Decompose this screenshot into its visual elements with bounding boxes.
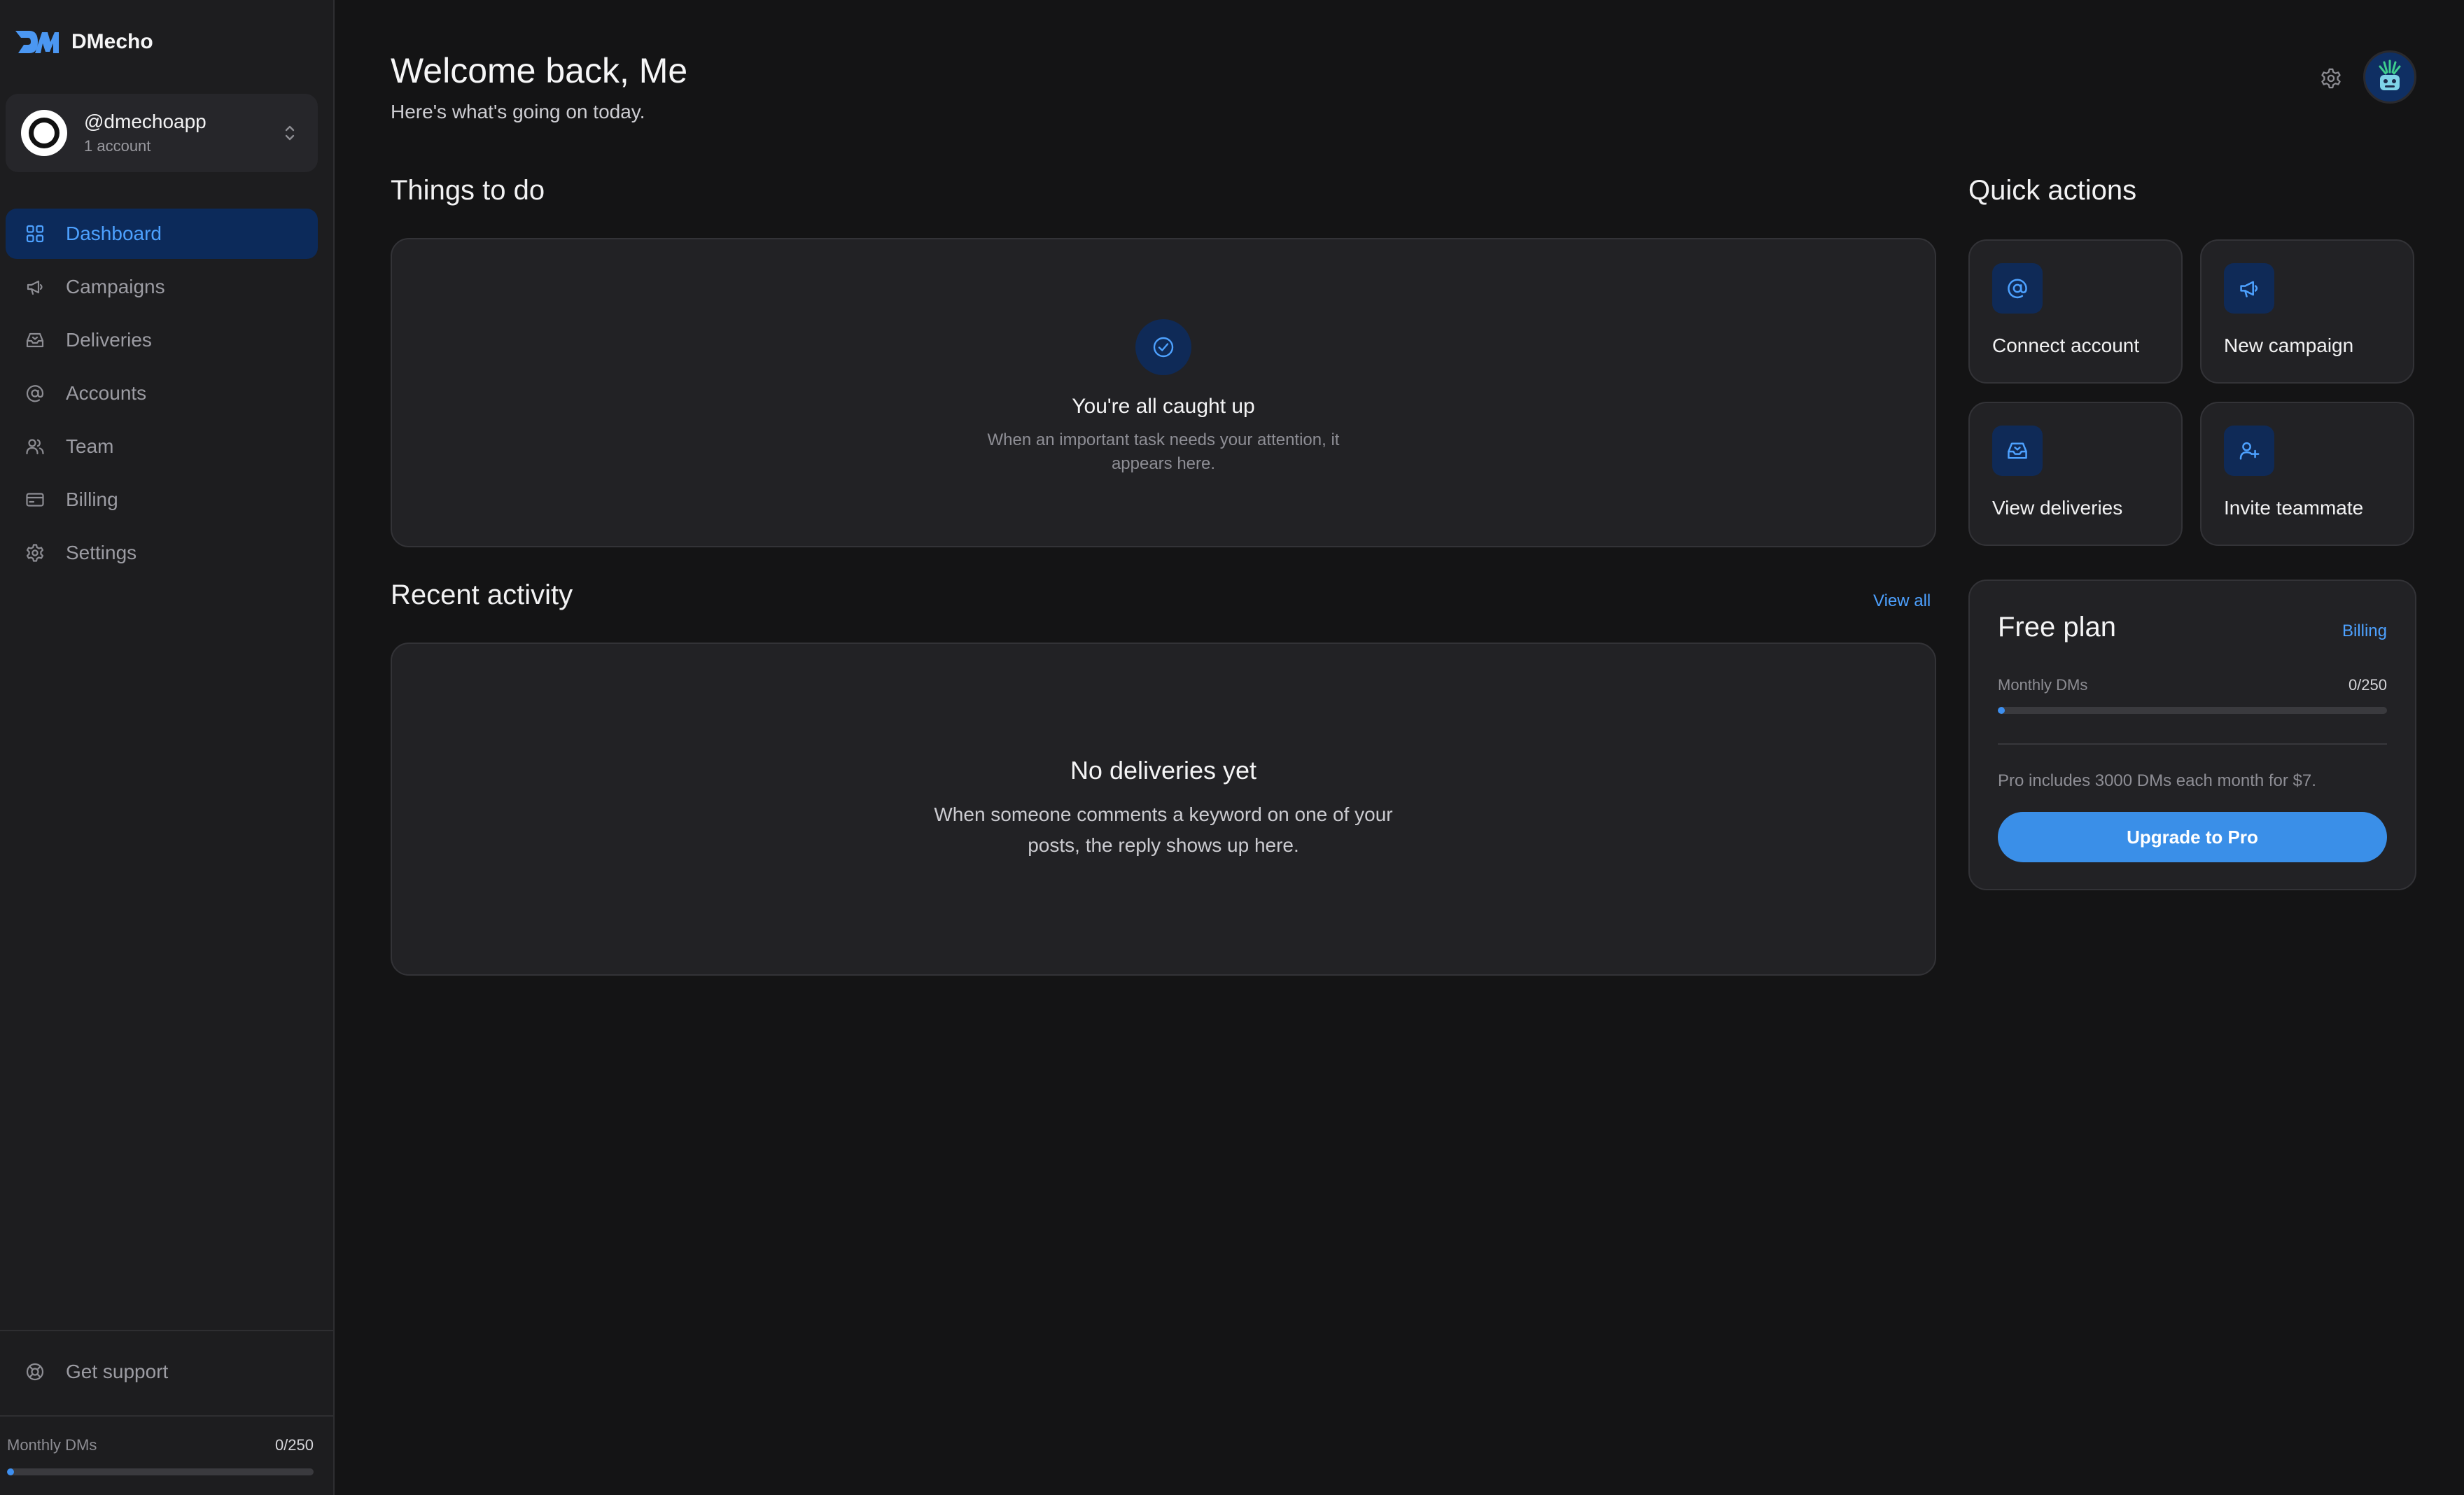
sidebar-item-label: Accounts xyxy=(66,382,147,404)
user-plus-icon xyxy=(2224,426,2274,476)
plan-card: Free plan Billing Monthly DMs 0/250 Pro … xyxy=(1968,580,2416,890)
sidebar-item-label: Settings xyxy=(66,542,137,563)
quick-action-label: Connect account xyxy=(1992,335,2140,356)
grid-icon xyxy=(26,225,44,243)
plan-usage-progress-fill xyxy=(1998,707,2005,714)
sidebar-divider xyxy=(0,1415,335,1417)
account-handle: @dmechoapp xyxy=(84,111,206,132)
sidebar-item-label: Deliveries xyxy=(66,329,152,351)
view-deliveries-button[interactable]: View deliveries xyxy=(1968,402,2183,546)
megaphone-icon xyxy=(2224,263,2274,314)
usage-label: Monthly DMs xyxy=(1998,676,2088,694)
sidebar-item-accounts[interactable]: Accounts xyxy=(6,368,318,419)
sidebar-item-settings[interactable]: Settings xyxy=(6,528,318,578)
page-subtitle: Here's what's going on today. xyxy=(391,101,645,122)
plan-title: Free plan xyxy=(1998,612,2116,643)
sidebar-item-dashboard[interactable]: Dashboard xyxy=(6,209,318,259)
sidebar-item-billing[interactable]: Billing xyxy=(6,475,318,525)
account-switcher[interactable]: @dmechoapp 1 account xyxy=(6,94,318,172)
usage-progress-fill xyxy=(7,1468,14,1475)
brand[interactable]: DMecho xyxy=(14,27,153,57)
chevron-up-down-icon xyxy=(285,125,295,141)
lifebuoy-icon xyxy=(26,1363,44,1381)
check-circle-icon xyxy=(1135,319,1191,375)
get-support-label: Get support xyxy=(66,1361,169,1382)
quick-action-label: New campaign xyxy=(2224,335,2354,356)
todo-empty-description: When an important task needs your attent… xyxy=(987,430,1340,473)
sidebar-divider xyxy=(0,1330,335,1331)
users-icon xyxy=(26,439,44,455)
inbox-icon xyxy=(1992,426,2043,476)
activity-empty-description: When someone comments a keyword on one o… xyxy=(934,803,1393,856)
upgrade-to-pro-button[interactable]: Upgrade to Pro xyxy=(1998,812,2387,862)
usage-value: 0/250 xyxy=(274,1436,314,1454)
connect-account-button[interactable]: Connect account xyxy=(1968,239,2183,384)
account-count: 1 account xyxy=(84,137,151,155)
inbox-icon xyxy=(26,332,44,348)
recent-activity-card: No deliveries yet When someone comments … xyxy=(391,643,1936,976)
robot-avatar-icon xyxy=(2379,59,2401,90)
page-title: Welcome back, Me xyxy=(391,51,688,90)
new-campaign-button[interactable]: New campaign xyxy=(2200,239,2414,384)
sidebar-item-label: Billing xyxy=(66,489,118,510)
things-to-do-card: You're all caught up When an important t… xyxy=(391,238,1936,547)
get-support-link[interactable]: Get support xyxy=(6,1347,318,1397)
at-sign-icon xyxy=(26,385,44,402)
sidebar-usage: Monthly DMs 0/250 xyxy=(7,1436,314,1475)
sidebar-item-label: Campaigns xyxy=(66,276,165,297)
view-all-link[interactable]: View all xyxy=(1873,591,1931,611)
dmecho-logo-icon xyxy=(15,31,59,53)
brand-name: DMecho xyxy=(71,30,153,53)
quick-action-label: Invite teammate xyxy=(2224,497,2364,519)
plan-divider xyxy=(1998,743,2387,745)
gear-icon xyxy=(26,544,44,562)
activity-empty-title: No deliveries yet xyxy=(1070,756,1257,785)
sidebar-nav: Dashboard Campaigns Deliveries Accounts xyxy=(6,209,318,581)
usage-progress-bar xyxy=(7,1468,314,1475)
sidebar-item-team[interactable]: Team xyxy=(6,421,318,472)
at-sign-icon xyxy=(1992,263,2043,314)
plan-usage: Monthly DMs 0/250 xyxy=(1998,676,2387,714)
sidebar-item-deliveries[interactable]: Deliveries xyxy=(6,315,318,365)
page-header: Welcome back, Me Here's what's going on … xyxy=(391,50,687,123)
sidebar-item-campaigns[interactable]: Campaigns xyxy=(6,262,318,312)
sidebar-item-label: Dashboard xyxy=(66,223,162,244)
user-avatar[interactable] xyxy=(2363,50,2416,104)
recent-activity-title: Recent activity xyxy=(391,580,573,610)
invite-teammate-button[interactable]: Invite teammate xyxy=(2200,402,2414,546)
todo-empty-title: You're all caught up xyxy=(1072,395,1255,418)
things-to-do-title: Things to do xyxy=(391,175,545,206)
sidebar-item-label: Team xyxy=(66,435,114,457)
credit-card-icon xyxy=(26,493,44,507)
plan-usage-progress-bar xyxy=(1998,707,2387,714)
account-avatar xyxy=(21,110,67,156)
settings-gear-icon[interactable] xyxy=(2320,67,2342,90)
megaphone-icon xyxy=(27,280,43,295)
sidebar: DMecho @dmechoapp 1 account Dashboard Ca… xyxy=(0,0,335,1495)
usage-value: 0/250 xyxy=(2348,676,2387,694)
usage-label: Monthly DMs xyxy=(7,1436,97,1454)
quick-actions-title: Quick actions xyxy=(1968,175,2137,206)
quick-action-label: View deliveries xyxy=(1992,497,2123,519)
plan-note: Pro includes 3000 DMs each month for $7. xyxy=(1998,771,2316,790)
billing-link[interactable]: Billing xyxy=(2342,622,2387,641)
